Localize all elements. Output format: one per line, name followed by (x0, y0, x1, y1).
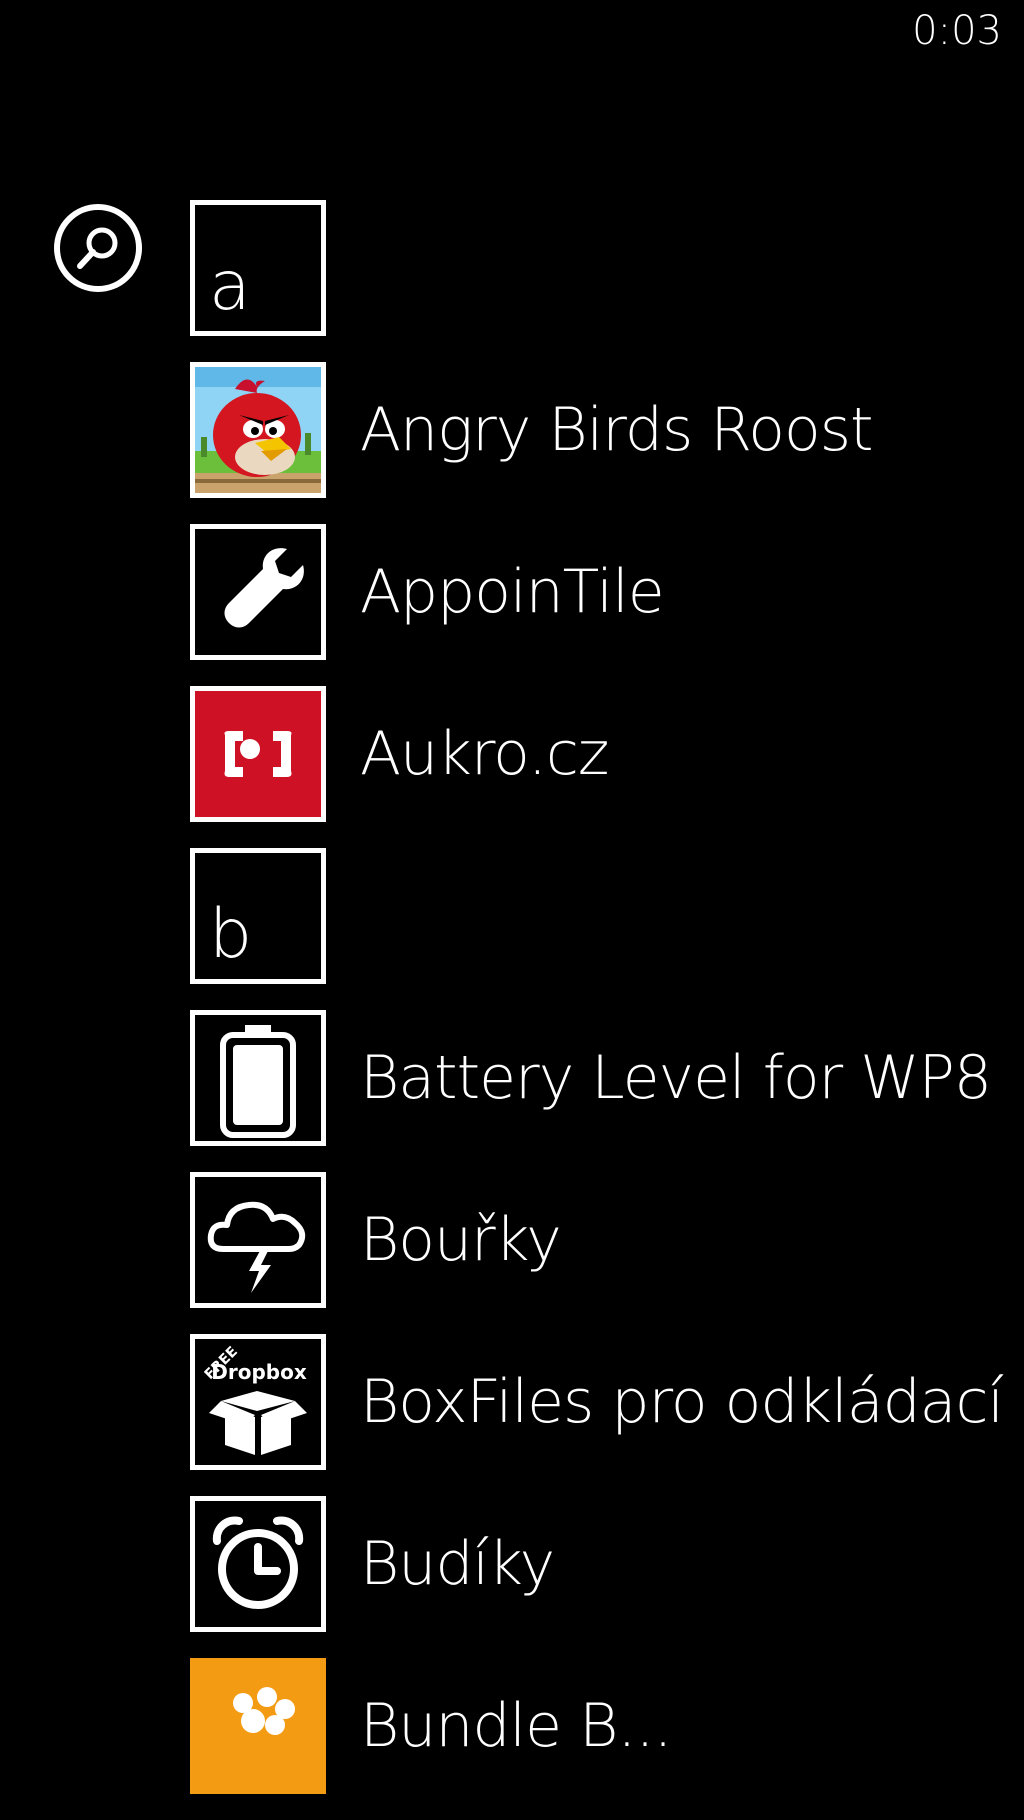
jump-letter: b (209, 895, 253, 974)
battery-icon (220, 1025, 296, 1138)
list-item[interactable]: Angry Birds Roost (190, 362, 1024, 498)
app-tile (190, 1172, 326, 1308)
search-icon (77, 227, 118, 269)
app-tile (190, 1658, 326, 1794)
app-name: AppoinTile (360, 557, 665, 627)
search-button[interactable] (54, 204, 142, 292)
jump-letter-tile[interactable]: b (190, 848, 326, 984)
app-name: Bundle B... (360, 1691, 673, 1761)
app-name: Aukro.cz (360, 719, 609, 789)
app-tile (190, 1496, 326, 1632)
list-item[interactable]: Battery Level for WP8 (190, 1010, 1024, 1146)
jump-letter-tile[interactable]: a (190, 200, 326, 336)
dropbox-box-icon: FREE Dropbox (202, 1344, 307, 1455)
app-name: Battery Level for WP8 (360, 1043, 992, 1113)
wrench-icon (224, 548, 304, 628)
list-item[interactable]: AppoinTile (190, 524, 1024, 660)
app-tile (190, 524, 326, 660)
app-tile: FREE Dropbox (190, 1334, 326, 1470)
group-header-b: b (190, 848, 1024, 984)
group-header-a: a (190, 200, 1024, 336)
status-bar-time: 0:03 (912, 8, 1002, 54)
storm-cloud-icon (207, 1201, 306, 1293)
list-item[interactable]: Bundle B... (190, 1658, 1024, 1794)
list-item[interactable]: FREE Dropbox BoxFiles pro odkládací (190, 1334, 1024, 1470)
list-item[interactable]: Bouřky (190, 1172, 1024, 1308)
list-item[interactable]: Budíky (190, 1496, 1024, 1632)
app-list: a Angry Birds Roost AppoinTile Aukro.cz … (190, 200, 1024, 1820)
app-name: BoxFiles pro odkládací (360, 1367, 1004, 1437)
list-item[interactable]: Aukro.cz (190, 686, 1024, 822)
app-tile (190, 1010, 326, 1146)
dropbox-label: Dropbox (211, 1360, 307, 1384)
alarm-clock-icon (212, 1516, 304, 1609)
app-name: Angry Birds Roost (360, 395, 874, 465)
app-tile (190, 686, 326, 822)
jump-letter: a (209, 247, 251, 326)
app-name: Bouřky (360, 1205, 562, 1275)
app-name: Budíky (360, 1529, 555, 1599)
bundle-icon (233, 1687, 295, 1735)
aukro-logo-icon (224, 731, 292, 777)
app-tile (190, 362, 326, 498)
angry-bird-icon (195, 367, 321, 493)
